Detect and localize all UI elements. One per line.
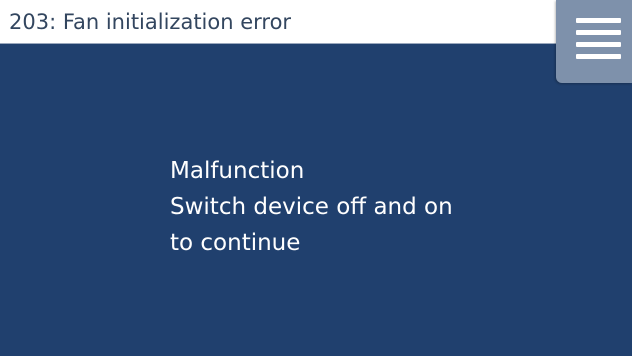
error-screen: 203: Fan initialization error Malfunctio…: [0, 0, 632, 356]
menu-line: [576, 30, 621, 35]
message-line-1: Malfunction: [170, 158, 305, 184]
menu-line: [576, 18, 621, 23]
hamburger-menu-icon: [576, 18, 621, 60]
menu-line: [576, 54, 621, 59]
title-bar: 203: Fan initialization error: [0, 0, 556, 44]
error-title: 203: Fan initialization error: [9, 10, 292, 34]
error-message: Malfunction Switch device off and on to …: [170, 153, 530, 261]
menu-line: [576, 42, 621, 47]
message-line-3: to continue: [170, 230, 301, 256]
menu-button[interactable]: [556, 0, 632, 83]
message-line-2: Switch device off and on: [170, 194, 453, 220]
